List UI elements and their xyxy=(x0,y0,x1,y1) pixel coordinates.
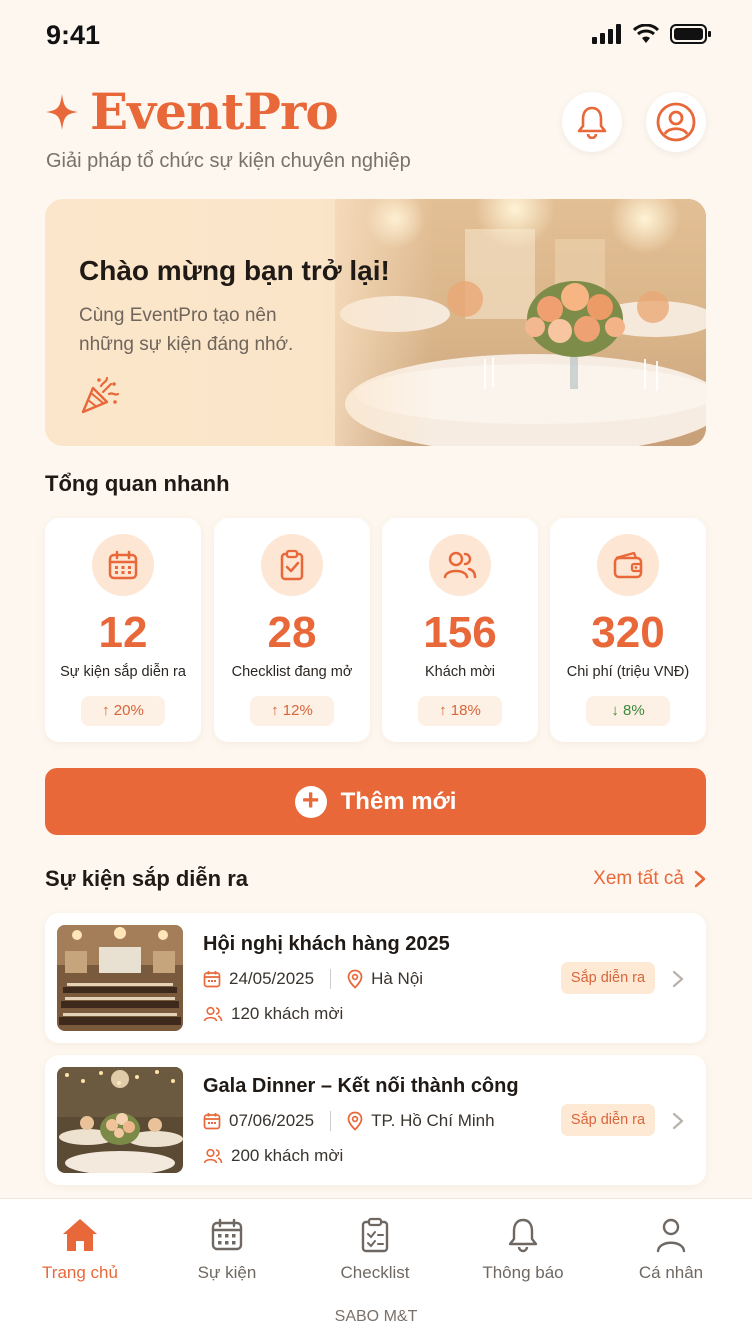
add-new-label: Thêm mới xyxy=(340,787,457,815)
stat-trend-badge: ↑ 18% xyxy=(418,696,502,726)
welcome-subtitle-line2: những sự kiện đáng nhớ. xyxy=(79,334,294,355)
stat-value: 12 xyxy=(98,608,148,657)
event-date: 07/06/2025 xyxy=(229,1111,315,1130)
event-card[interactable]: Gala Dinner – Kết nối thành công 07/06/2… xyxy=(45,1055,706,1185)
chevron-right-icon xyxy=(672,970,684,988)
event-card[interactable]: Hội nghị khách hàng 2025 24/05/2025 Hà N… xyxy=(45,913,706,1043)
profile-button[interactable] xyxy=(646,92,706,152)
wallet-icon xyxy=(597,534,659,596)
welcome-subtitle-line1: Cùng EventPro tạo nên xyxy=(79,305,277,326)
status-badge: Sắp diễn ra xyxy=(561,962,655,994)
welcome-title: Chào mừng bạn trở lại! xyxy=(79,255,390,286)
see-all-link[interactable]: Xem tất cả xyxy=(593,868,706,890)
stat-label: Sự kiện sắp diễn ra xyxy=(60,664,186,680)
party-popper-icon xyxy=(81,376,119,414)
event-guest-count: 200 khách mời xyxy=(231,1146,344,1165)
users-icon xyxy=(203,1148,223,1164)
clipboard-icon xyxy=(261,534,323,596)
nav-label: Sự kiện xyxy=(197,1263,257,1282)
stat-trend-badge: ↑ 12% xyxy=(250,696,334,726)
stat-value: 28 xyxy=(267,608,317,657)
status-icons xyxy=(592,24,712,44)
event-thumbnail xyxy=(57,1067,183,1173)
chevron-right-icon xyxy=(694,870,706,888)
stat-label: Checklist đang mở xyxy=(231,664,353,680)
nav-item-home[interactable]: Trang chủ xyxy=(20,1213,140,1283)
sparkle-icon xyxy=(46,93,78,130)
bell-icon xyxy=(508,1218,538,1253)
event-guest-count: 120 khách mời xyxy=(231,1004,344,1023)
nav-item-checklist[interactable]: Checklist xyxy=(315,1213,435,1283)
stat-value: 320 xyxy=(591,608,665,657)
event-thumbnail xyxy=(57,925,183,1031)
nav-label: Trang chủ xyxy=(42,1263,118,1282)
plus-circle-icon: + xyxy=(294,785,327,818)
event-location: TP. Hồ Chí Minh xyxy=(371,1111,495,1130)
stat-card-upcoming-events[interactable]: 12 Sự kiện sắp diễn ra ↑ 20% xyxy=(45,518,201,742)
user-icon xyxy=(656,1218,686,1253)
clipboard-icon xyxy=(361,1217,389,1253)
event-title: Hội nghị khách hàng 2025 xyxy=(203,933,450,955)
stat-card-costs[interactable]: 320 Chi phí (triệu VNĐ) ↓ 8% xyxy=(550,518,706,742)
event-meta: 24/05/2025 Hà Nội xyxy=(203,969,423,989)
users-icon xyxy=(429,534,491,596)
stat-value: 156 xyxy=(423,608,497,657)
nav-label: Thông báo xyxy=(482,1263,564,1282)
users-icon xyxy=(203,1006,223,1022)
event-location: Hà Nội xyxy=(371,969,424,988)
calendar-icon xyxy=(203,1113,221,1130)
app-tagline: Giải pháp tổ chức sự kiện chuyên nghiệp xyxy=(46,150,411,172)
stat-trend-badge: ↓ 8% xyxy=(586,696,670,726)
bell-icon xyxy=(577,106,607,139)
wifi-icon xyxy=(632,24,660,43)
stat-card-guests[interactable]: 156 Khách mời ↑ 18% xyxy=(382,518,538,742)
user-circle-icon xyxy=(656,102,696,142)
home-icon xyxy=(63,1219,97,1251)
add-new-button[interactable]: + Thêm mới xyxy=(45,768,706,835)
stat-label: Chi phí (triệu VNĐ) xyxy=(566,664,690,680)
stat-label: Khách mời xyxy=(425,664,495,680)
footer-brand: SABO M&T xyxy=(334,1308,418,1325)
welcome-subtitle: Cùng EventPro tạo nên những sự kiện đáng… xyxy=(79,301,319,359)
app-logo: EventPro xyxy=(44,82,339,141)
event-meta: 07/06/2025 TP. Hồ Chí Minh xyxy=(203,1111,495,1131)
nav-item-events[interactable]: Sự kiện xyxy=(167,1213,287,1283)
nav-item-notifications[interactable]: Thông báo xyxy=(463,1213,583,1283)
chevron-right-icon xyxy=(672,1112,684,1130)
event-date: 24/05/2025 xyxy=(229,969,315,988)
event-title: Gala Dinner – Kết nối thành công xyxy=(203,1075,519,1097)
event-guests: 200 khách mời xyxy=(203,1146,343,1166)
nav-label: Checklist xyxy=(340,1263,410,1282)
notifications-button[interactable] xyxy=(562,92,622,152)
see-all-label: Xem tất cả xyxy=(593,868,684,889)
location-pin-icon xyxy=(347,1111,363,1131)
overview-title: Tổng quan nhanh xyxy=(45,471,230,496)
event-guests: 120 khách mời xyxy=(203,1004,343,1024)
calendar-icon xyxy=(211,1218,243,1251)
status-time: 9:41 xyxy=(46,20,101,50)
nav-item-profile[interactable]: Cá nhân xyxy=(611,1213,731,1283)
stat-card-open-checklists[interactable]: 28 Checklist đang mở ↑ 12% xyxy=(214,518,370,742)
stat-trend-badge: ↑ 20% xyxy=(81,696,165,726)
battery-icon xyxy=(670,24,711,44)
nav-label: Cá nhân xyxy=(638,1263,704,1282)
calendar-icon xyxy=(92,534,154,596)
upcoming-events-title: Sự kiện sắp diễn ra xyxy=(45,866,249,891)
signal-icon xyxy=(592,24,621,44)
app-name: EventPro xyxy=(90,82,339,141)
location-pin-icon xyxy=(347,969,363,989)
calendar-icon xyxy=(203,971,221,988)
status-badge: Sắp diễn ra xyxy=(561,1104,655,1136)
